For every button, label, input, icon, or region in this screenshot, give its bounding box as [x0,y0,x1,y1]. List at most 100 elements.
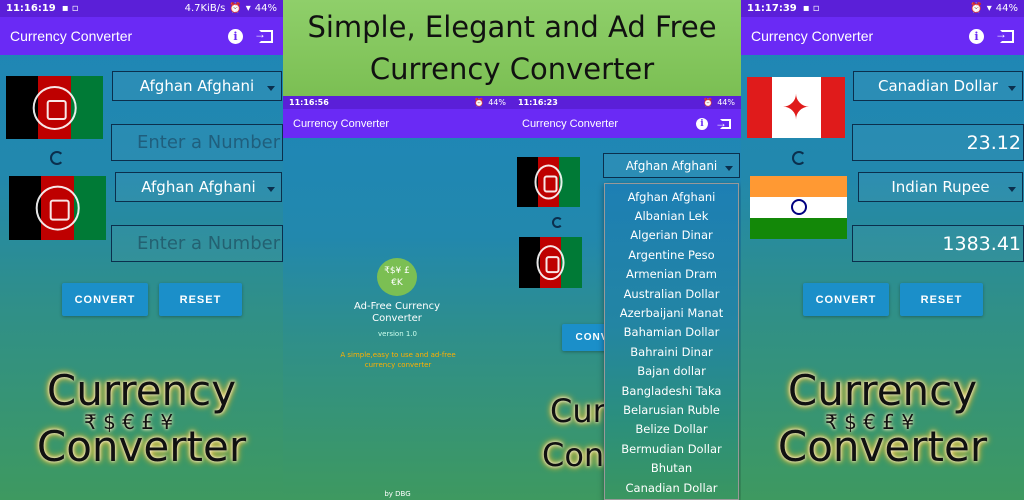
emblem-icon [35,185,80,231]
to-flag-afghanistan [9,176,106,240]
status-time: 11:16:19 [6,3,56,14]
exit-icon[interactable] [995,27,1014,43]
to-currency-select[interactable]: Indian Rupee [858,172,1023,202]
logo-line-1: Currency [787,366,978,415]
status-time: 11:16:23 [518,98,558,107]
dropdown-item[interactable]: Bahamian Dollar [605,323,738,342]
banner-line-1: Simple, Elegant and Ad Free [307,10,717,44]
to-amount-input[interactable]: Enter a Number [111,225,283,262]
banner-line-2: Currency Converter [369,52,655,86]
logo-line-1: Currency [46,366,237,415]
status-time: 11:17:39 [747,3,797,14]
dropdown-item[interactable]: Azerbaijani Manat [605,303,738,322]
swap-icon[interactable] [552,217,563,228]
convert-label: CONVERT [74,293,136,306]
from-flag-afghanistan [517,157,580,207]
info-icon[interactable]: i [228,28,243,44]
wifi-icon: ▾ [986,3,992,14]
alarm-icon: ⏰ [970,3,983,14]
reset-label: RESET [179,293,222,306]
dropdown-item[interactable]: Argentine Peso [605,245,738,264]
convert-button[interactable]: CONVERT [803,283,889,316]
app-title: Currency Converter [293,117,389,130]
currency-dropdown-list[interactable]: Afghan Afghani Albanian Lek Algerian Din… [604,183,739,500]
app-bar: Currency Converter [283,109,512,138]
app-bar: Currency Converter i [741,17,1024,55]
dropdown-item[interactable]: Australian Dollar [605,284,738,303]
left-screen: 11:16:19 ▪ ▫ 4.7KiB/s ⏰ ▾ 44% Currency C… [0,0,283,500]
logo-symbols: ₹$¥ £€K [384,266,410,288]
convert-button[interactable]: CONVERT [62,283,148,316]
splash-screen: 11:16:56 ⏰ 44% Currency Converter ₹$¥ £€… [283,96,512,500]
to-flag-india [750,176,847,239]
logo-line-2: Converter [777,422,988,471]
exit-icon[interactable] [254,27,273,43]
dropdown-item[interactable]: Canadian Dollar [605,478,738,497]
chevron-down-icon [267,86,275,91]
reset-label: RESET [920,293,963,306]
right-screen: 11:17:39 ▪ ▫ ⏰ ▾ 44% Currency Converter … [741,0,1024,500]
dropdown-item[interactable]: Bajan dollar [605,362,738,381]
network-speed: 4.7KiB/s [184,3,226,14]
to-flag-afghanistan [519,237,582,288]
emblem-icon [32,85,77,130]
app-title: Currency Converter [522,117,618,130]
to-currency-label: Afghan Afghani [141,178,256,196]
splash-title: Ad-Free Currency Converter [353,301,441,324]
dropdown-item[interactable]: Belize Dollar [605,420,738,439]
from-amount-input[interactable]: 23.12 [852,124,1024,161]
chevron-down-icon [1008,187,1016,192]
splash-description: A simple,easy to use and ad-free currenc… [340,351,456,369]
swap-icon[interactable] [50,151,64,165]
app-title: Currency Converter [10,28,133,44]
app-title: Currency Converter [751,28,874,44]
dropdown-screen: 11:16:23 ⏰ 44% Currency Converter i Afgh… [512,96,741,500]
dropdown-item[interactable]: Bhutan [605,458,738,477]
dropdown-item[interactable]: Bermudian Dollar [605,439,738,458]
from-amount-value: 23.12 [966,131,1021,154]
battery-level: 44% [254,3,277,14]
dropdown-item[interactable]: Albanian Lek [605,206,738,225]
app-bar: Currency Converter i [512,109,741,138]
to-amount-input[interactable]: 1383.41 [852,225,1024,262]
battery-level: 44% [995,3,1018,14]
logo-line-1-partial: Cur [550,392,606,430]
from-currency-select[interactable]: Afghan Afghani [603,153,740,178]
app-bar: Currency Converter i [0,17,283,55]
to-currency-select[interactable]: Afghan Afghani [115,172,282,202]
from-flag-afghanistan [6,76,103,139]
from-amount-input[interactable]: Enter a Number [111,124,283,161]
battery-level: 44% [488,98,506,107]
dropdown-item[interactable]: Belarusian Ruble [605,400,738,419]
reset-button[interactable]: RESET [159,283,242,316]
app-logo-icon: ₹$¥ £€K [377,258,417,296]
from-currency-select[interactable]: Canadian Dollar [853,71,1023,101]
dropdown-item[interactable]: Bahraini Dinar [605,342,738,361]
dropdown-item[interactable]: Armenian Dram [605,265,738,284]
exit-icon[interactable] [715,116,731,130]
status-bar: 11:16:19 ▪ ▫ 4.7KiB/s ⏰ ▾ 44% [0,0,283,17]
wifi-icon: ▾ [245,3,251,14]
alarm-icon: ⏰ [474,98,485,107]
status-bar: 11:17:39 ▪ ▫ ⏰ ▾ 44% [741,0,1024,17]
to-amount-value: 1383.41 [942,232,1021,255]
chevron-down-icon [267,187,275,192]
dropdown-item[interactable]: Algerian Dinar [605,226,738,245]
notification-icon: ▪ ▫ [61,3,79,14]
to-currency-label: Indian Rupee [891,178,990,196]
reset-button[interactable]: RESET [900,283,983,316]
from-currency-label: Canadian Dollar [878,77,998,95]
status-bar: 11:16:56 ⏰ 44% [283,96,512,109]
swap-icon[interactable] [792,151,806,165]
from-currency-select[interactable]: Afghan Afghani [112,71,282,101]
promo-banner: Simple, Elegant and Ad Free Currency Con… [283,0,741,96]
info-icon[interactable]: i [696,117,708,130]
info-icon[interactable]: i [969,28,984,44]
dropdown-item[interactable]: Afghan Afghani [605,187,738,206]
logo-line-2-partial: Con [542,436,605,474]
emblem-icon [534,164,563,200]
dropdown-item[interactable]: Bangladeshi Taka [605,381,738,400]
logo-line-2: Converter [36,422,247,471]
from-amount-placeholder: Enter a Number [137,132,281,153]
alarm-icon: ⏰ [229,3,242,14]
